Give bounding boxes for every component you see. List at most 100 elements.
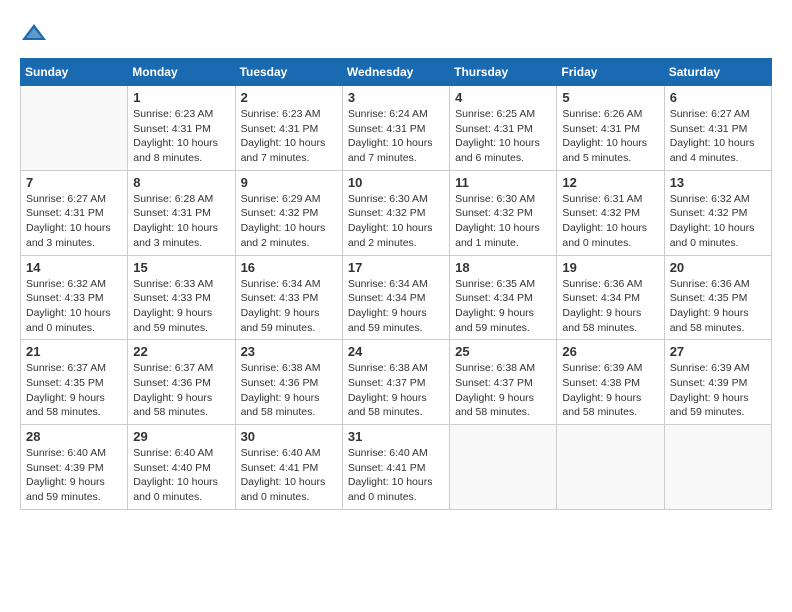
- calendar-cell: [557, 425, 664, 510]
- calendar-cell: 17 Sunrise: 6:34 AM Sunset: 4:34 PM Dayli…: [342, 255, 449, 340]
- calendar-cell: 21 Sunrise: 6:37 AM Sunset: 4:35 PM Dayli…: [21, 340, 128, 425]
- calendar-cell: 20 Sunrise: 6:36 AM Sunset: 4:35 PM Dayli…: [664, 255, 771, 340]
- calendar-week-row: 28Sunrise: 6:40 AM Sunset: 4:39 PM Dayli…: [21, 425, 772, 510]
- day-info: Sunrise: 6:33 AM Sunset: 4:33 PM Dayligh…: [133, 277, 229, 336]
- calendar-cell: 26Sunrise: 6:39 AM Sunset: 4:38 PM Dayli…: [557, 340, 664, 425]
- calendar-cell: 30 Sunrise: 6:40 AM Sunset: 4:41 PM Dayli…: [235, 425, 342, 510]
- calendar-cell: 7 Sunrise: 6:27 AM Sunset: 4:31 PM Daylig…: [21, 170, 128, 255]
- day-info: Sunrise: 6:32 AM Sunset: 4:33 PM Dayligh…: [26, 277, 122, 336]
- day-info: Sunrise: 6:37 AM Sunset: 4:36 PM Dayligh…: [133, 361, 229, 420]
- day-number: 13: [670, 175, 766, 190]
- day-number: 7: [26, 175, 122, 190]
- logo-icon: [20, 20, 48, 48]
- calendar-cell: 18 Sunrise: 6:35 AM Sunset: 4:34 PM Dayli…: [450, 255, 557, 340]
- day-info: Sunrise: 6:39 AM Sunset: 4:39 PM Dayligh…: [670, 361, 766, 420]
- day-info: Sunrise: 6:40 AM Sunset: 4:41 PM Dayligh…: [241, 446, 337, 505]
- day-number: 9: [241, 175, 337, 190]
- calendar-cell: 10Sunrise: 6:30 AM Sunset: 4:32 PM Dayli…: [342, 170, 449, 255]
- calendar-cell: 29Sunrise: 6:40 AM Sunset: 4:40 PM Dayli…: [128, 425, 235, 510]
- day-info: Sunrise: 6:35 AM Sunset: 4:34 PM Dayligh…: [455, 277, 551, 336]
- calendar-cell: 19 Sunrise: 6:36 AM Sunset: 4:34 PM Dayli…: [557, 255, 664, 340]
- day-number: 19: [562, 260, 658, 275]
- weekday-header-tuesday: Tuesday: [235, 59, 342, 86]
- day-number: 4: [455, 90, 551, 105]
- day-info: Sunrise: 6:23 AM Sunset: 4:31 PM Dayligh…: [133, 107, 229, 166]
- day-number: 23: [241, 344, 337, 359]
- calendar-cell: [450, 425, 557, 510]
- calendar-table: SundayMondayTuesdayWednesdayThursdayFrid…: [20, 58, 772, 510]
- calendar-week-row: 14Sunrise: 6:32 AM Sunset: 4:33 PM Dayli…: [21, 255, 772, 340]
- calendar-cell: 31 Sunrise: 6:40 AM Sunset: 4:41 PM Dayli…: [342, 425, 449, 510]
- logo: [20, 20, 52, 48]
- day-number: 8: [133, 175, 229, 190]
- day-number: 17: [348, 260, 444, 275]
- day-info: Sunrise: 6:25 AM Sunset: 4:31 PM Dayligh…: [455, 107, 551, 166]
- day-info: Sunrise: 6:28 AM Sunset: 4:31 PM Dayligh…: [133, 192, 229, 251]
- calendar-cell: 9 Sunrise: 6:29 AM Sunset: 4:32 PM Daylig…: [235, 170, 342, 255]
- day-number: 2: [241, 90, 337, 105]
- day-info: Sunrise: 6:30 AM Sunset: 4:32 PM Dayligh…: [455, 192, 551, 251]
- day-info: Sunrise: 6:23 AM Sunset: 4:31 PM Dayligh…: [241, 107, 337, 166]
- day-info: Sunrise: 6:32 AM Sunset: 4:32 PM Dayligh…: [670, 192, 766, 251]
- day-info: Sunrise: 6:27 AM Sunset: 4:31 PM Dayligh…: [26, 192, 122, 251]
- calendar-cell: [21, 86, 128, 171]
- day-number: 1: [133, 90, 229, 105]
- day-number: 22: [133, 344, 229, 359]
- calendar-cell: 11 Sunrise: 6:30 AM Sunset: 4:32 PM Dayli…: [450, 170, 557, 255]
- calendar-cell: 1 Sunrise: 6:23 AM Sunset: 4:31 PM Daylig…: [128, 86, 235, 171]
- day-number: 6: [670, 90, 766, 105]
- day-number: 20: [670, 260, 766, 275]
- day-info: Sunrise: 6:38 AM Sunset: 4:37 PM Dayligh…: [455, 361, 551, 420]
- day-number: 21: [26, 344, 122, 359]
- calendar-cell: 2 Sunrise: 6:23 AM Sunset: 4:31 PM Daylig…: [235, 86, 342, 171]
- day-number: 30: [241, 429, 337, 444]
- day-info: Sunrise: 6:26 AM Sunset: 4:31 PM Dayligh…: [562, 107, 658, 166]
- day-number: 15: [133, 260, 229, 275]
- day-info: Sunrise: 6:24 AM Sunset: 4:31 PM Dayligh…: [348, 107, 444, 166]
- day-number: 16: [241, 260, 337, 275]
- calendar-cell: 12Sunrise: 6:31 AM Sunset: 4:32 PM Dayli…: [557, 170, 664, 255]
- day-number: 31: [348, 429, 444, 444]
- day-number: 5: [562, 90, 658, 105]
- day-info: Sunrise: 6:36 AM Sunset: 4:34 PM Dayligh…: [562, 277, 658, 336]
- day-number: 25: [455, 344, 551, 359]
- day-info: Sunrise: 6:40 AM Sunset: 4:40 PM Dayligh…: [133, 446, 229, 505]
- day-info: Sunrise: 6:27 AM Sunset: 4:31 PM Dayligh…: [670, 107, 766, 166]
- day-number: 26: [562, 344, 658, 359]
- calendar-cell: 16 Sunrise: 6:34 AM Sunset: 4:33 PM Dayli…: [235, 255, 342, 340]
- calendar-cell: 28Sunrise: 6:40 AM Sunset: 4:39 PM Dayli…: [21, 425, 128, 510]
- weekday-header-saturday: Saturday: [664, 59, 771, 86]
- weekday-header-friday: Friday: [557, 59, 664, 86]
- calendar-cell: 24Sunrise: 6:38 AM Sunset: 4:37 PM Dayli…: [342, 340, 449, 425]
- calendar-cell: 25 Sunrise: 6:38 AM Sunset: 4:37 PM Dayli…: [450, 340, 557, 425]
- day-info: Sunrise: 6:29 AM Sunset: 4:32 PM Dayligh…: [241, 192, 337, 251]
- day-info: Sunrise: 6:34 AM Sunset: 4:34 PM Dayligh…: [348, 277, 444, 336]
- day-number: 24: [348, 344, 444, 359]
- day-info: Sunrise: 6:36 AM Sunset: 4:35 PM Dayligh…: [670, 277, 766, 336]
- calendar-week-row: 7 Sunrise: 6:27 AM Sunset: 4:31 PM Daylig…: [21, 170, 772, 255]
- calendar-cell: 15 Sunrise: 6:33 AM Sunset: 4:33 PM Dayli…: [128, 255, 235, 340]
- weekday-header-wednesday: Wednesday: [342, 59, 449, 86]
- calendar-week-row: 1 Sunrise: 6:23 AM Sunset: 4:31 PM Daylig…: [21, 86, 772, 171]
- weekday-header-sunday: Sunday: [21, 59, 128, 86]
- calendar-week-row: 21 Sunrise: 6:37 AM Sunset: 4:35 PM Dayli…: [21, 340, 772, 425]
- calendar-cell: 13 Sunrise: 6:32 AM Sunset: 4:32 PM Dayli…: [664, 170, 771, 255]
- day-number: 27: [670, 344, 766, 359]
- day-info: Sunrise: 6:37 AM Sunset: 4:35 PM Dayligh…: [26, 361, 122, 420]
- weekday-header-monday: Monday: [128, 59, 235, 86]
- calendar-cell: 8 Sunrise: 6:28 AM Sunset: 4:31 PM Daylig…: [128, 170, 235, 255]
- day-number: 10: [348, 175, 444, 190]
- day-number: 3: [348, 90, 444, 105]
- day-info: Sunrise: 6:40 AM Sunset: 4:41 PM Dayligh…: [348, 446, 444, 505]
- day-number: 11: [455, 175, 551, 190]
- calendar-cell: [664, 425, 771, 510]
- calendar-cell: 5 Sunrise: 6:26 AM Sunset: 4:31 PM Daylig…: [557, 86, 664, 171]
- day-info: Sunrise: 6:38 AM Sunset: 4:36 PM Dayligh…: [241, 361, 337, 420]
- weekday-header-row: SundayMondayTuesdayWednesdayThursdayFrid…: [21, 59, 772, 86]
- day-number: 28: [26, 429, 122, 444]
- calendar-cell: 3 Sunrise: 6:24 AM Sunset: 4:31 PM Daylig…: [342, 86, 449, 171]
- calendar-cell: 6 Sunrise: 6:27 AM Sunset: 4:31 PM Daylig…: [664, 86, 771, 171]
- day-info: Sunrise: 6:34 AM Sunset: 4:33 PM Dayligh…: [241, 277, 337, 336]
- day-number: 12: [562, 175, 658, 190]
- day-number: 18: [455, 260, 551, 275]
